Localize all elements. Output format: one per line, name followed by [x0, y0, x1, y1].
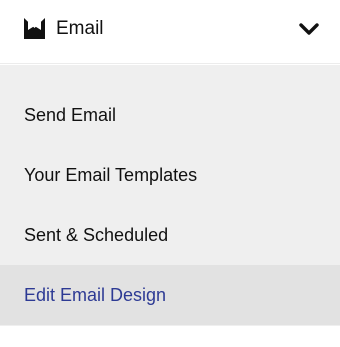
panel-footer-space: [0, 326, 340, 347]
chevron-down-icon[interactable]: [299, 22, 319, 36]
menu-item-sent-scheduled[interactable]: Sent & Scheduled: [0, 205, 340, 265]
menu-item-label: Your Email Templates: [24, 164, 198, 185]
email-nav-panel: Email Send Email Your Email Templates Se…: [0, 0, 340, 347]
menu-item-label: Edit Email Design: [24, 284, 167, 305]
menu-item-edit-email-design[interactable]: Edit Email Design: [0, 265, 340, 325]
menu-item-label: Send Email: [24, 104, 117, 125]
email-section-toggle[interactable]: Email: [0, 0, 340, 64]
email-section-label: Email: [56, 18, 104, 39]
email-inbox-icon: [24, 18, 45, 39]
menu-item-email-templates[interactable]: Your Email Templates: [0, 145, 340, 205]
menu-item-label: Sent & Scheduled: [24, 224, 169, 245]
email-submenu: Send Email Your Email Templates Sent & S…: [0, 65, 340, 347]
menu-item-send-email[interactable]: Send Email: [0, 85, 340, 145]
